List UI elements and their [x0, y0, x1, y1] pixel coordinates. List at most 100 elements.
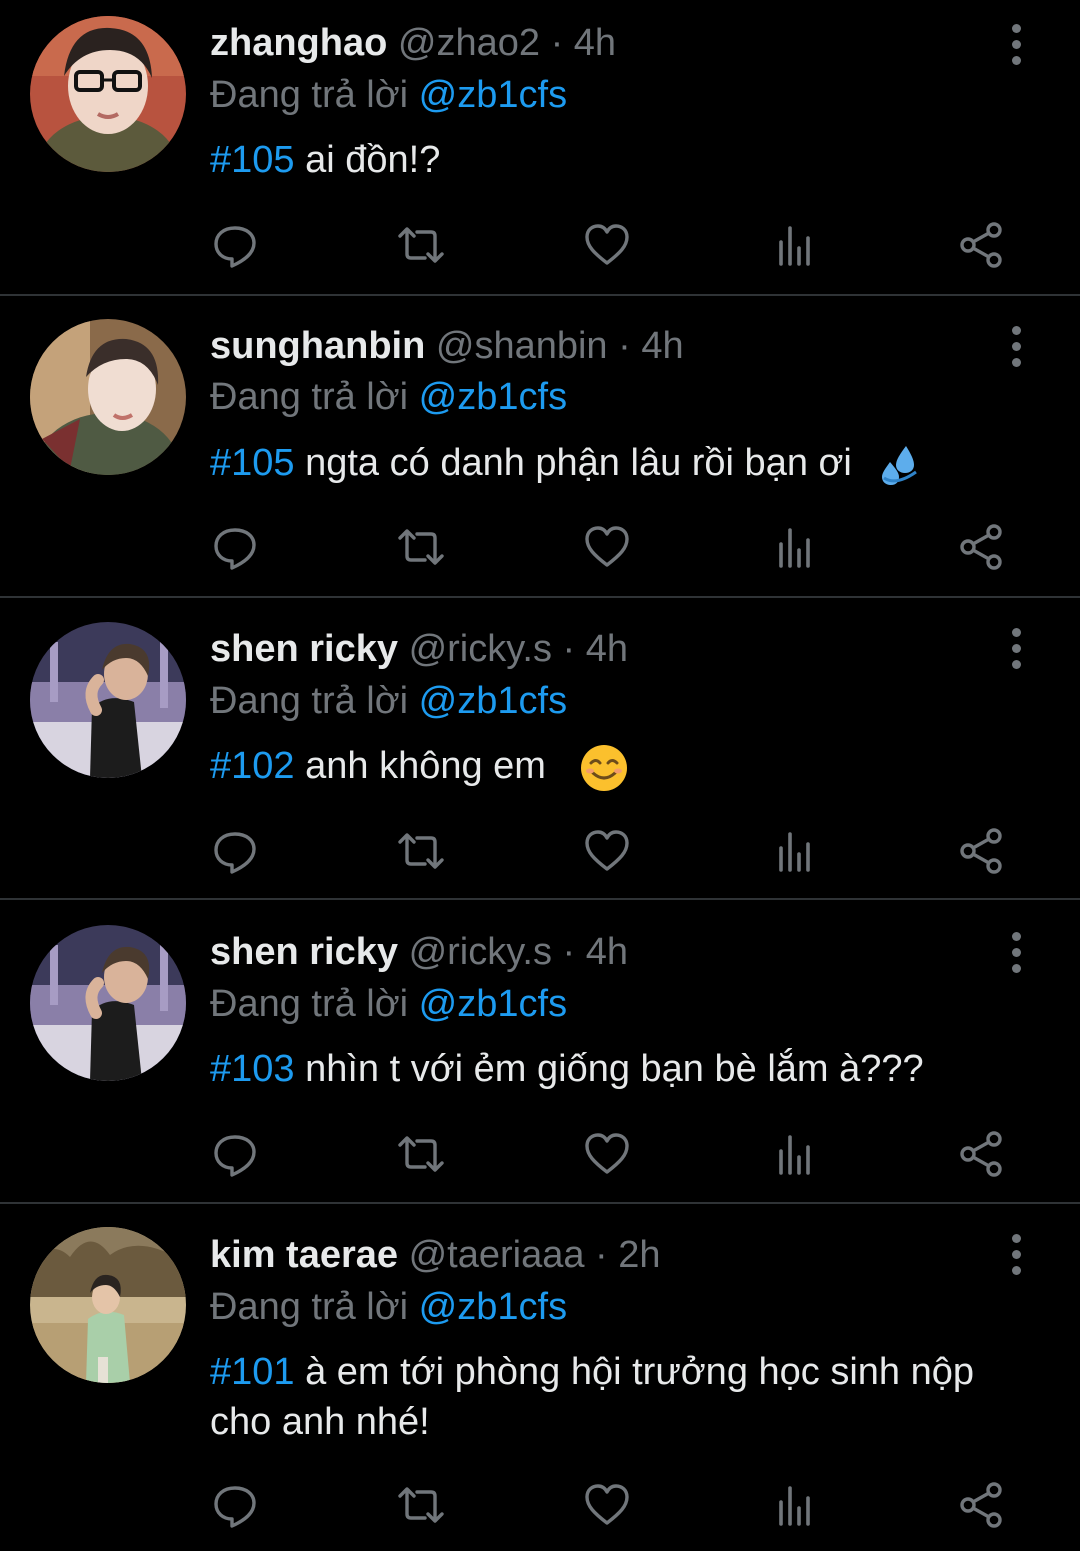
avatar[interactable] [30, 319, 186, 475]
reply-button[interactable] [210, 1480, 260, 1530]
share-button[interactable] [956, 1129, 1006, 1179]
user-handle[interactable]: @taeriaaa [409, 1234, 585, 1276]
share-button[interactable] [956, 1480, 1006, 1530]
display-name[interactable]: shen ricky [210, 931, 398, 973]
replying-to-mention[interactable]: @zb1cfs [419, 1286, 567, 1328]
timestamp[interactable]: 4h [586, 931, 628, 973]
views-button[interactable] [770, 826, 820, 876]
display-name[interactable]: kim taerae [210, 1234, 398, 1276]
reply-button[interactable] [210, 522, 260, 572]
like-button[interactable] [582, 826, 632, 876]
more-dot-icon [1011, 1233, 1021, 1243]
avatar[interactable] [30, 1227, 186, 1383]
tweet-header: zhanghao @zhao2 · 4h [210, 20, 616, 66]
tweet-body: ngta có danh phận lâu rồi bạn ơi [305, 442, 852, 484]
replying-to-label: Đang trả lời [210, 983, 409, 1025]
reply-icon [214, 1135, 256, 1177]
views-button[interactable] [770, 220, 820, 270]
replying-to-mention[interactable]: @zb1cfs [419, 74, 567, 116]
retweet-button[interactable] [396, 1480, 446, 1530]
reply-icon [214, 528, 256, 570]
hashtag-link[interactable]: #105 [210, 442, 295, 484]
like-button[interactable] [582, 1129, 632, 1179]
hashtag-link[interactable]: #103 [210, 1048, 295, 1090]
more-dot-icon [1011, 341, 1021, 351]
avatar[interactable] [30, 16, 186, 172]
user-handle[interactable]: @zhao2 [398, 22, 540, 64]
timestamp[interactable]: 2h [618, 1234, 660, 1276]
more-options-button[interactable] [996, 1226, 1036, 1282]
like-icon [585, 224, 629, 265]
avatar[interactable] [30, 925, 186, 1081]
display-name[interactable]: sunghanbin [210, 325, 425, 367]
more-options-button[interactable] [996, 620, 1036, 676]
replying-to-mention[interactable]: @zb1cfs [419, 376, 567, 418]
replying-to-label: Đang trả lời [210, 74, 409, 116]
timestamp[interactable]: 4h [586, 628, 628, 670]
user-handle[interactable]: @ricky.s [409, 628, 552, 670]
smiling-face-emoji [579, 743, 629, 793]
share-button[interactable] [956, 826, 1006, 876]
tweet-actions [210, 522, 1030, 572]
retweet-button[interactable] [396, 220, 446, 270]
views-icon [779, 832, 810, 872]
replying-to-mention[interactable]: @zb1cfs [419, 983, 567, 1025]
tweet-header: shen ricky @ricky.s · 4h [210, 929, 628, 975]
tweet[interactable]: zhanghao @zhao2 · 4h Đang trả lời @zb1cf… [0, 0, 1080, 294]
like-icon [585, 830, 629, 871]
more-options-button[interactable] [996, 318, 1036, 374]
reply-button[interactable] [210, 826, 260, 876]
tweet[interactable]: shen ricky @ricky.s · 4h Đang trả lời @z… [0, 598, 1080, 898]
more-dot-icon [1011, 357, 1021, 367]
more-dot-icon [1011, 1249, 1021, 1259]
retweet-button[interactable] [396, 826, 446, 876]
replying-to: Đang trả lời @zb1cfs [210, 981, 567, 1027]
retweet-icon [398, 227, 444, 263]
retweet-icon [398, 1136, 444, 1172]
tweet-header: sunghanbin @shanbin · 4h [210, 323, 684, 369]
tweet-text: #102 anh không em [210, 741, 1010, 793]
more-dot-icon [1011, 627, 1021, 637]
retweet-button[interactable] [396, 1129, 446, 1179]
timestamp[interactable]: 4h [574, 22, 616, 64]
like-icon [585, 1133, 629, 1174]
replying-to-label: Đang trả lời [210, 376, 409, 418]
like-button[interactable] [582, 220, 632, 270]
share-icon [960, 524, 1002, 570]
avatar[interactable] [30, 622, 186, 778]
tweet-text: #103 nhìn t với ẻm giống bạn bè lắm à??? [210, 1044, 1050, 1094]
retweet-button[interactable] [396, 522, 446, 572]
like-button[interactable] [582, 1480, 632, 1530]
share-icon [960, 222, 1002, 268]
tweet[interactable]: shen ricky @ricky.s · 4h Đang trả lời @z… [0, 900, 1080, 1202]
more-dot-icon [1011, 931, 1021, 941]
reply-button[interactable] [210, 220, 260, 270]
tweet[interactable]: sunghanbin @shanbin · 4h Đang trả lời @z… [0, 296, 1080, 596]
hashtag-link[interactable]: #101 [210, 1351, 295, 1393]
reply-button[interactable] [210, 1129, 260, 1179]
replying-to-label: Đang trả lời [210, 680, 409, 722]
separator-dot: · [562, 931, 576, 973]
reply-icon [214, 226, 256, 268]
tweet-header: kim taerae @taeriaaa · 2h [210, 1232, 661, 1278]
views-button[interactable] [770, 522, 820, 572]
user-handle[interactable]: @shanbin [436, 325, 608, 367]
timestamp[interactable]: 4h [641, 325, 683, 367]
replying-to: Đang trả lời @zb1cfs [210, 374, 567, 420]
share-button[interactable] [956, 220, 1006, 270]
like-button[interactable] [582, 522, 632, 572]
more-options-button[interactable] [996, 16, 1036, 72]
tweet[interactable]: kim taerae @taeriaaa · 2h Đang trả lời @… [0, 1204, 1080, 1551]
share-button[interactable] [956, 522, 1006, 572]
display-name[interactable]: shen ricky [210, 628, 398, 670]
more-options-button[interactable] [996, 924, 1036, 980]
replying-to: Đang trả lời @zb1cfs [210, 678, 567, 724]
views-button[interactable] [770, 1480, 820, 1530]
replying-to-mention[interactable]: @zb1cfs [419, 680, 567, 722]
hashtag-link[interactable]: #105 [210, 139, 295, 181]
user-handle[interactable]: @ricky.s [409, 931, 552, 973]
views-button[interactable] [770, 1129, 820, 1179]
hashtag-link[interactable]: #102 [210, 745, 295, 787]
display-name[interactable]: zhanghao [210, 22, 387, 64]
separator-dot: · [562, 628, 576, 670]
